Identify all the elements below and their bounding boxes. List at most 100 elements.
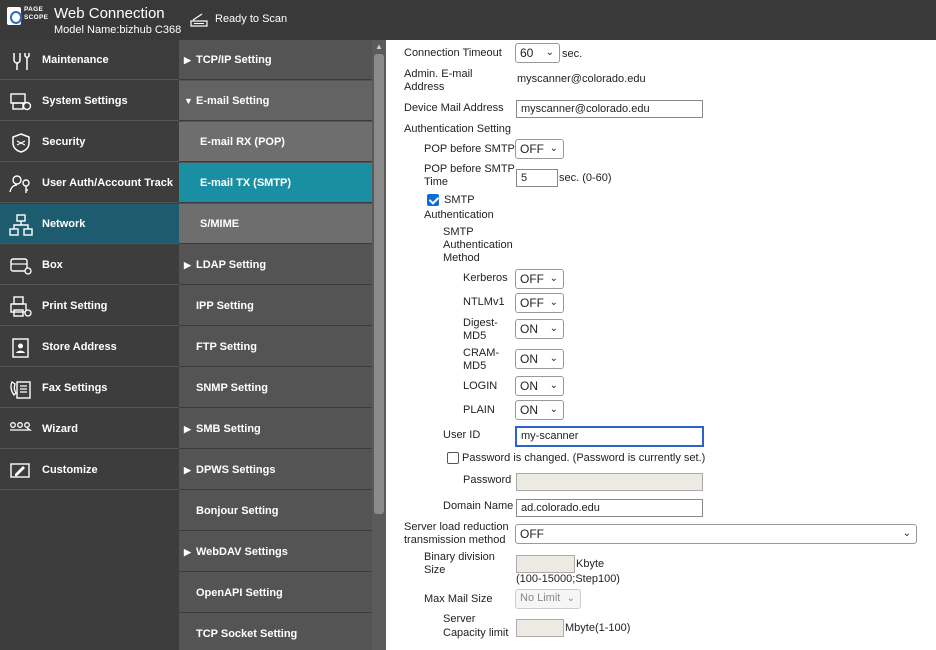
binary-division-input[interactable] <box>516 555 575 573</box>
max-mail-size-value: No Limit <box>520 592 561 604</box>
logo-text: PAGE SCOPE <box>24 6 49 21</box>
subnav-item-smb[interactable]: ▶ SMB Setting <box>179 409 372 449</box>
server-capacity-label-line1: Server <box>443 613 476 625</box>
digest-md5-label-line1: Digest- <box>463 317 498 329</box>
pop-before-smtp-select[interactable]: OFF ⌄ <box>515 139 564 159</box>
chevron-down-icon: ⌄ <box>549 353 558 364</box>
password-input[interactable] <box>516 473 703 491</box>
cram-md5-value: ON <box>520 352 538 366</box>
scroll-up-arrow-icon[interactable]: ▲ <box>374 42 384 51</box>
nav-item-customize[interactable]: Customize <box>0 450 179 490</box>
subnav-scrollbar[interactable]: ▲ <box>372 40 386 650</box>
nav-item-label: Security <box>42 136 86 148</box>
ntlmv1-select[interactable]: OFF ⌄ <box>515 293 564 313</box>
max-mail-size-select[interactable]: No Limit ⌄ <box>515 589 581 609</box>
subnav-item-ldap[interactable]: ▶ LDAP Setting <box>179 245 372 285</box>
pagescope-logo: PAGE SCOPE <box>7 4 51 30</box>
plain-select[interactable]: ON ⌄ <box>515 400 564 420</box>
server-capacity-input[interactable] <box>516 619 564 637</box>
binary-division-label-line1: Binary division <box>424 551 495 563</box>
smtp-auth-label-line2: Authentication <box>424 209 494 221</box>
customize-icon <box>10 463 30 478</box>
nav-item-label: System Settings <box>42 95 128 107</box>
password-changed-checkbox[interactable] <box>447 452 459 464</box>
subnav-item-email-tx-smtp[interactable]: E-mail TX (SMTP) <box>179 163 372 203</box>
user-id-input[interactable]: my-scanner <box>515 426 704 447</box>
kerberos-select[interactable]: OFF ⌄ <box>515 269 564 289</box>
scanner-icon <box>190 13 208 27</box>
device-mail-input[interactable]: myscanner@colorado.edu <box>516 100 703 118</box>
nav-item-print-setting[interactable]: Print Setting <box>0 286 179 326</box>
subnav-item-label: E-mail RX (POP) <box>200 136 285 148</box>
chevron-down-icon: ⌄ <box>549 323 558 334</box>
chevron-down-icon: ⌄ <box>549 380 558 391</box>
connection-timeout-label: Connection Timeout <box>404 47 502 59</box>
printer-icon <box>10 296 32 317</box>
subnav-item-label: WebDAV Settings <box>196 546 288 558</box>
subnav-item-label: E-mail Setting <box>196 95 270 107</box>
ntlmv1-value: OFF <box>520 296 544 310</box>
server-load-select[interactable]: OFF ⌄ <box>515 524 917 544</box>
chevron-down-icon: ⌄ <box>902 528 911 539</box>
nav-item-user-auth[interactable]: User Auth/Account Track <box>0 163 179 203</box>
subnav-item-label: SMB Setting <box>196 423 261 435</box>
subnav-item-label: DPWS Settings <box>196 464 276 476</box>
nav-item-label: Maintenance <box>42 54 109 66</box>
scrollbar-thumb[interactable] <box>374 54 384 514</box>
nav-item-label: Customize <box>42 464 98 476</box>
server-capacity-label-line2: Capacity limit <box>443 627 509 639</box>
binary-division-range: (100-15000;Step100) <box>516 573 620 585</box>
cram-md5-select[interactable]: ON ⌄ <box>515 349 564 369</box>
kerberos-value: OFF <box>520 272 544 286</box>
chevron-down-icon: ⌄ <box>549 273 558 284</box>
cram-md5-label-line2: MD5 <box>463 360 487 372</box>
nav-item-wizard[interactable]: Wizard <box>0 409 179 449</box>
subnav-item-ftp[interactable]: FTP Setting <box>179 327 372 367</box>
login-select[interactable]: ON ⌄ <box>515 376 564 396</box>
pagescope-logo-mark <box>7 7 22 25</box>
app-title: Web Connection <box>54 5 165 22</box>
smtp-auth-checkbox[interactable] <box>427 194 439 206</box>
subnav-item-ipp[interactable]: IPP Setting <box>179 286 372 326</box>
nav-item-fax-settings[interactable]: Fax Settings <box>0 368 179 408</box>
password-label: Password <box>463 474 512 486</box>
subnav-item-tcp-socket[interactable]: TCP Socket Setting <box>179 614 372 650</box>
subnav-item-tcpip[interactable]: ▶ TCP/IP Setting <box>179 40 372 80</box>
nav-item-maintenance[interactable]: Maintenance <box>0 40 179 80</box>
nav-item-system-settings[interactable]: System Settings <box>0 81 179 121</box>
subnav-item-webdav[interactable]: ▶ WebDAV Settings <box>179 532 372 572</box>
subnav-item-label: E-mail TX (SMTP) <box>200 177 292 189</box>
connection-timeout-unit: sec. <box>562 48 583 60</box>
subnav-item-label: S/MIME <box>200 218 240 230</box>
plain-label: PLAIN <box>463 404 495 416</box>
address-book-icon <box>12 338 29 358</box>
binary-division-unit: Kbyte <box>576 558 605 570</box>
subnav-item-label: TCP Socket Setting <box>196 628 298 640</box>
expand-arrow-icon: ▶ <box>184 55 191 65</box>
expand-arrow-icon: ▶ <box>184 465 191 475</box>
chevron-down-icon: ⌄ <box>549 297 558 308</box>
subnav-item-snmp[interactable]: SNMP Setting <box>179 368 372 408</box>
nav-item-network[interactable]: Network <box>0 204 179 244</box>
digest-md5-select[interactable]: ON ⌄ <box>515 319 564 339</box>
digest-md5-label-line2: MD5 <box>463 330 487 342</box>
server-load-value: OFF <box>520 527 544 541</box>
subnav-item-bonjour[interactable]: Bonjour Setting <box>179 491 372 531</box>
nav-item-security[interactable]: Security <box>0 122 179 162</box>
nav-item-label: Fax Settings <box>42 382 108 394</box>
subnav-item-label: Bonjour Setting <box>196 505 279 517</box>
subnav-item-dpws[interactable]: ▶ DPWS Settings <box>179 450 372 490</box>
plain-value: ON <box>520 403 538 417</box>
subnav-item-smime[interactable]: S/MIME <box>179 204 372 244</box>
domain-name-input[interactable]: ad.colorado.edu <box>516 499 703 517</box>
connection-timeout-select[interactable]: 60 ⌄ <box>515 43 560 63</box>
nav-item-label: Wizard <box>42 423 78 435</box>
nav-item-box[interactable]: Box <box>0 245 179 285</box>
scanner-status: Ready to Scan <box>215 13 288 25</box>
nav-item-store-address[interactable]: Store Address <box>0 327 179 367</box>
pop-time-input[interactable]: 5 <box>516 169 558 187</box>
subnav-item-email-rx-pop[interactable]: E-mail RX (POP) <box>179 122 372 162</box>
subnav-item-email-setting[interactable]: ▼ E-mail Setting <box>179 81 372 121</box>
system-settings-icon <box>10 93 32 111</box>
subnav-item-openapi[interactable]: OpenAPI Setting <box>179 573 372 613</box>
